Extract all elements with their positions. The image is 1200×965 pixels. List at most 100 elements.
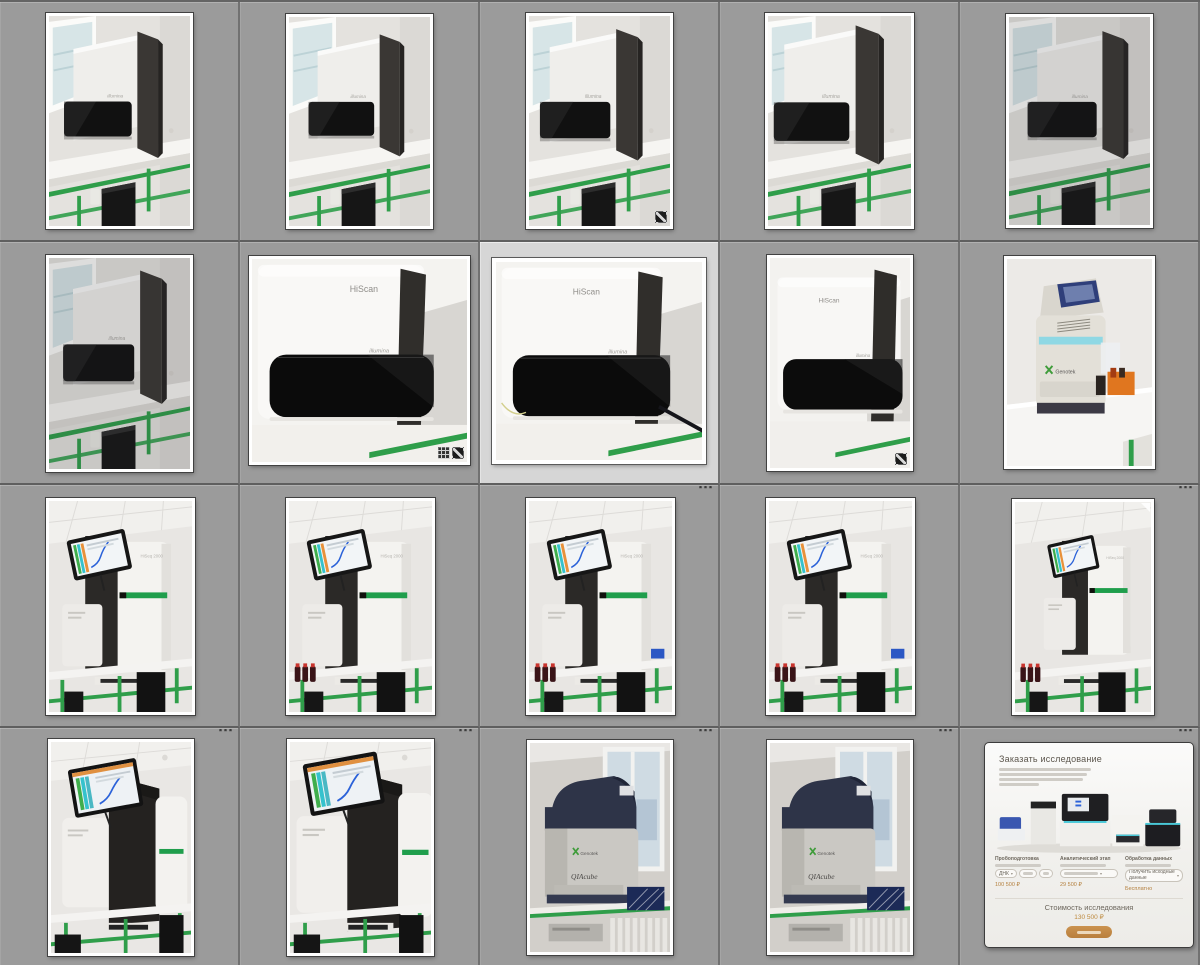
photo-thumbnail[interactable]: Genotek QIAcube: [767, 740, 913, 955]
photo-illustration: Genotek QIAcube: [770, 743, 910, 952]
order-column: Аналитический этап ▾ 29 500 ₽: [1060, 856, 1118, 892]
photo-illustration: illumina: [49, 16, 190, 226]
photo-cell-r4c4[interactable]: Genotek QIAcube: [720, 728, 960, 965]
order-column-header: Аналитический этап: [1060, 856, 1118, 862]
photo-cell-r1c5[interactable]: illumina: [960, 2, 1200, 242]
photo-thumbnail[interactable]: Genotek: [1004, 256, 1155, 469]
cell-menu-dots[interactable]: [459, 729, 472, 732]
photo-cell-r3c1[interactable]: HiSeq 2000: [0, 485, 240, 728]
svg-text:HiScan: HiScan: [350, 284, 378, 294]
photo-thumbnail[interactable]: HiSeq 2000: [46, 498, 195, 715]
svg-text:HiSeq 2000: HiSeq 2000: [1106, 556, 1124, 560]
photo-cell-r1c3[interactable]: illumina: [480, 2, 720, 242]
photo-illustration: HiSeq 2000: [289, 501, 432, 712]
order-column: Обработка данных Получить исходные данны…: [1125, 856, 1183, 892]
svg-text:QIAcube: QIAcube: [808, 872, 835, 881]
photo-thumbnail[interactable]: [48, 739, 194, 956]
grid-row: HiSeq 2000 HiSeq 2000: [0, 485, 1200, 728]
photo-illustration: illumina: [768, 16, 911, 226]
photo-illustration: Genotek: [1007, 259, 1152, 466]
svg-text:illumina: illumina: [856, 353, 871, 358]
photo-cell-r3c2[interactable]: HiSeq 2000: [240, 485, 480, 728]
thumbnail-badges: [438, 447, 464, 459]
photo-cell-r2c2[interactable]: HiScan illumina: [240, 242, 480, 485]
chevron-down-icon: ▾: [1177, 873, 1179, 878]
photo-cell-r4c5[interactable]: Заказать исследование Пробоподготовка ДН…: [960, 728, 1200, 965]
photo-thumbnail[interactable]: HiSeq 2000: [286, 498, 435, 715]
photo-cell-r2c4[interactable]: HiScan illumina: [720, 242, 960, 485]
cell-menu-dots[interactable]: [1179, 729, 1192, 732]
photo-cell-r1c2[interactable]: illumina: [240, 2, 480, 242]
order-page-title: Заказать исследование: [999, 754, 1179, 764]
photo-cell-r1c4[interactable]: illumina: [720, 2, 960, 242]
dna-select[interactable]: ДНК▾: [995, 869, 1017, 878]
photo-illustration: HiSeq 2000: [769, 501, 912, 712]
photo-thumbnail[interactable]: Genotek QIAcube: [527, 740, 673, 955]
photo-illustration: HiSeq 2000: [529, 501, 672, 712]
photo-thumbnail[interactable]: [287, 739, 434, 956]
svg-text:Genotek: Genotek: [1055, 370, 1075, 376]
photo-thumbnail[interactable]: illumina: [286, 14, 433, 229]
order-column-subtext: [995, 864, 1041, 867]
photo-cell-r4c1[interactable]: [0, 728, 240, 965]
photo-cell-r2c5[interactable]: Genotek: [960, 242, 1200, 485]
kit-select[interactable]: ▾: [1060, 869, 1118, 878]
data-output-select[interactable]: Получить исходные данные▾: [1125, 869, 1183, 882]
photo-thumbnail[interactable]: illumina: [46, 255, 193, 472]
photo-illustration: illumina: [49, 258, 190, 469]
option-select[interactable]: [1039, 869, 1053, 878]
photo-thumbnail[interactable]: illumina: [765, 13, 914, 229]
svg-text:HiSeq 2000: HiSeq 2000: [141, 553, 164, 558]
develop-adjustments-badge-icon[interactable]: [895, 453, 907, 465]
photo-cell-r4c3[interactable]: Genotek QIAcube: [480, 728, 720, 965]
option-select[interactable]: [1019, 869, 1037, 878]
photo-thumbnail[interactable]: HiScan illumina: [767, 255, 913, 471]
photo-thumbnail[interactable]: HiSeq 2000: [766, 498, 915, 715]
photo-illustration: HiSeq 2000: [1015, 502, 1151, 712]
svg-text:Genotek: Genotek: [580, 851, 598, 857]
cell-menu-dots[interactable]: [699, 729, 712, 732]
photo-thumbnail[interactable]: HiScan illumina: [492, 258, 706, 464]
svg-text:HiSeq 2000: HiSeq 2000: [861, 553, 884, 558]
photo-cell-r3c5[interactable]: HiSeq 2000: [960, 485, 1200, 728]
photo-thumbnail[interactable]: illumina: [526, 13, 673, 229]
photo-illustration: illumina: [1009, 17, 1150, 225]
order-button[interactable]: [1066, 926, 1112, 938]
develop-adjustments-badge-icon[interactable]: [655, 211, 667, 223]
price-label: Бесплатно: [1125, 886, 1183, 892]
cell-menu-dots[interactable]: [219, 729, 232, 732]
order-column-subtext: [1125, 864, 1171, 867]
svg-text:illumina: illumina: [369, 349, 390, 355]
crop-badge-icon[interactable]: [438, 447, 450, 459]
photo-illustration: [51, 742, 191, 953]
photo-cell-r1c1[interactable]: illumina: [0, 2, 240, 242]
svg-text:Genotek: Genotek: [817, 851, 835, 857]
order-page-intro: [999, 768, 1179, 786]
svg-text:illumina: illumina: [608, 349, 627, 355]
photo-illustration: HiScan illumina: [252, 259, 467, 462]
cell-menu-dots[interactable]: [939, 729, 952, 732]
cell-menu-dots[interactable]: [1179, 486, 1192, 489]
chevron-down-icon: ▾: [1011, 871, 1013, 876]
photo-illustration: illumina: [529, 16, 670, 226]
cell-menu-dots[interactable]: [699, 486, 712, 489]
photo-thumbnail[interactable]: HiScan illumina: [249, 256, 470, 465]
order-column-subtext: [1060, 864, 1106, 867]
photo-cell-r3c4[interactable]: HiSeq 2000: [720, 485, 960, 728]
photo-thumbnail[interactable]: illumina: [1006, 14, 1153, 228]
photo-thumbnail[interactable]: HiSeq 2000: [1012, 499, 1154, 715]
photo-illustration: HiScan illumina: [770, 258, 910, 468]
photo-thumbnail[interactable]: HiSeq 2000: [526, 498, 675, 715]
develop-adjustments-badge-icon[interactable]: [452, 447, 464, 459]
photo-cell-r2c1[interactable]: illumina: [0, 242, 240, 485]
photo-cell-r2c3[interactable]: HiScan illumina: [480, 242, 720, 485]
sequencers-illustration: [991, 788, 1187, 854]
total-cost-label: Стоимость исследования: [985, 903, 1193, 912]
grid-row: illumina illumina: [0, 2, 1200, 242]
svg-text:illumina: illumina: [107, 94, 123, 100]
photo-thumbnail[interactable]: illumina: [46, 13, 193, 229]
photo-cell-r3c3[interactable]: HiSeq 2000: [480, 485, 720, 728]
grid-row: illumina HiScan illumina HiScan illumina…: [0, 242, 1200, 485]
order-page-card[interactable]: Заказать исследование Пробоподготовка ДН…: [984, 742, 1194, 948]
photo-cell-r4c2[interactable]: [240, 728, 480, 965]
